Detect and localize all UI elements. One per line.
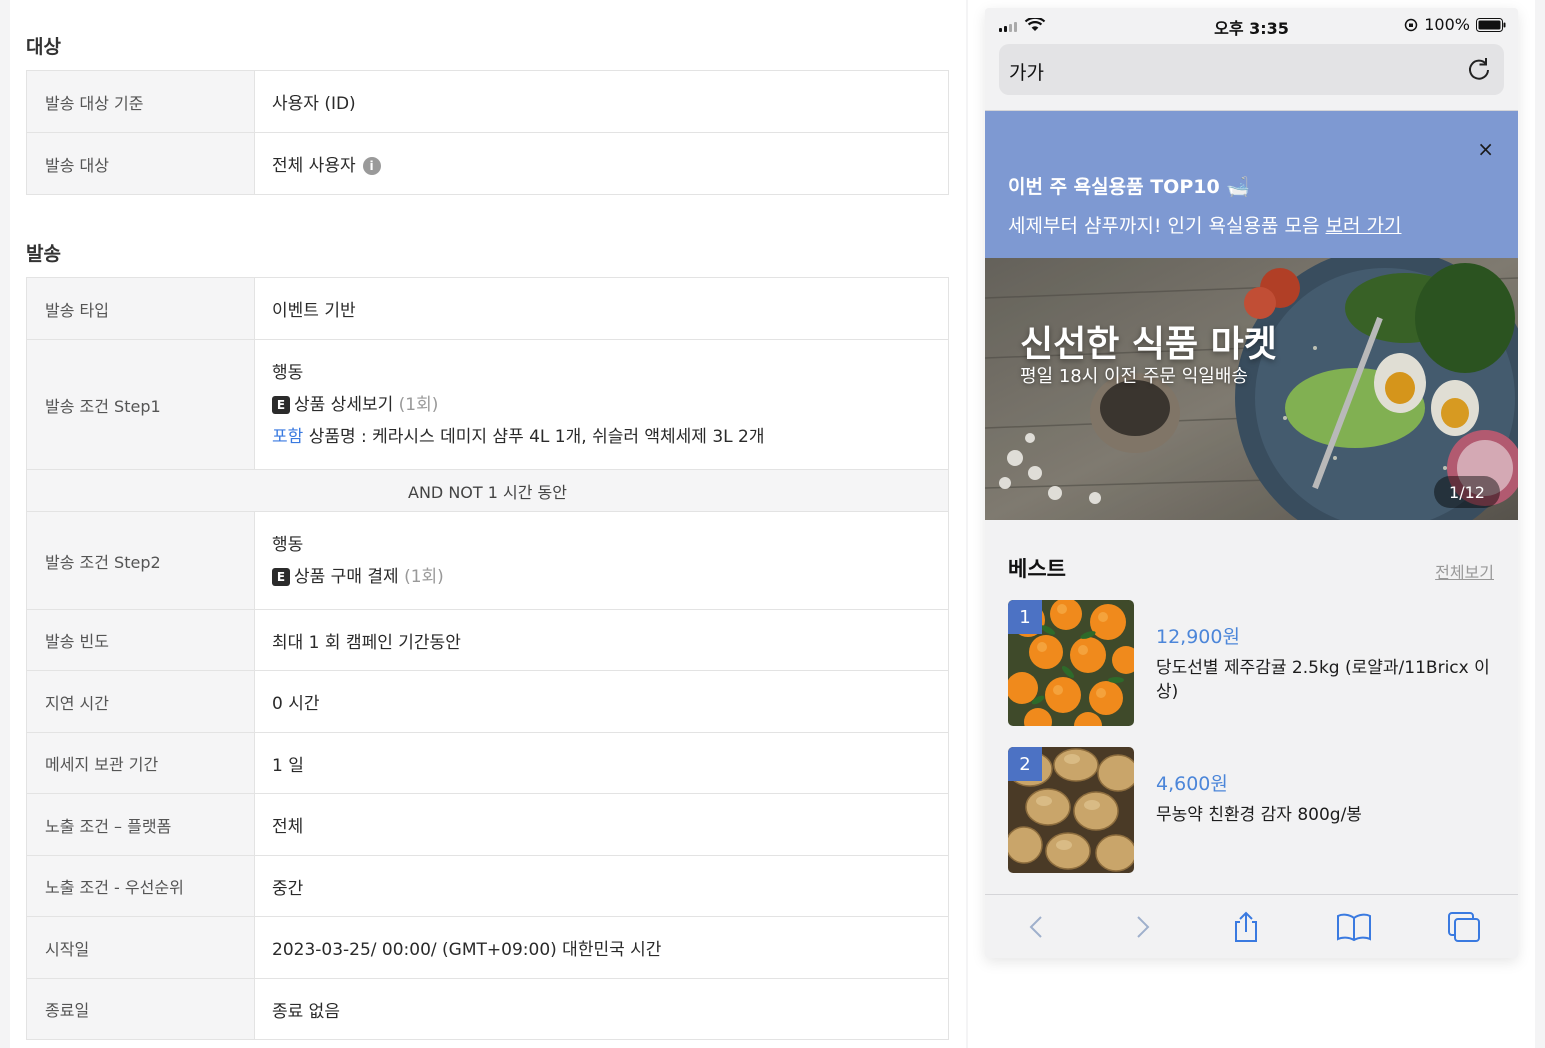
row-value: 종료 없음 (272, 1001, 340, 1022)
step1-heading: 행동 (272, 362, 304, 383)
table-row-step1: 발송 조건 Step1 행동 E 상품 상세보기 (1회) 포함 상품명 : 케라… (27, 340, 948, 470)
info-icon[interactable]: i (362, 157, 381, 175)
row-label: 노출 조건 – 플랫폼 (27, 794, 255, 855)
row-value-with-info: 전체 사용자 i (255, 133, 948, 194)
filter-keyword: 포함 (272, 426, 304, 447)
rank-badge: 2 (1008, 747, 1042, 781)
share-icon[interactable] (1231, 910, 1261, 944)
phone-preview: 오후 3:35 100% 가가 × 이번 주 욕실용품 TOP10 🛁 세제부터… (985, 8, 1518, 958)
address-bar[interactable]: 가가 (999, 44, 1504, 95)
row-value: 전체 (272, 817, 304, 837)
step1-content: 행동 E 상품 상세보기 (1회) 포함 상품명 : 케라시스 데미지 샴푸 4L… (255, 340, 948, 469)
bookmarks-icon[interactable] (1336, 912, 1372, 942)
row-label: 지연 시간 (27, 671, 255, 732)
banner-subtitle: 세제부터 샴푸까지! 인기 욕실용품 모음 보러 가기 (1008, 211, 1401, 238)
rotation-lock-icon (1405, 18, 1418, 31)
banner-link[interactable]: 보러 가기 (1326, 215, 1402, 237)
campaign-detail-panel: 대상 발송 대상 기준 사용자 (ID) 발송 대상 전체 사용자 i 발송 발송… (10, 0, 966, 1048)
row-label: 메세지 보관 기간 (27, 733, 255, 793)
product-image-potatoes[interactable]: 2 (1008, 747, 1134, 873)
table-row: 발송 대상 기준 사용자 (ID) (27, 71, 948, 133)
status-bar: 오후 3:35 100% (985, 8, 1518, 42)
event-badge-icon: E (272, 567, 290, 586)
product-card[interactable]: 1 12,900원 당도선별 제주감귤 2.5kg (로얄과/11Bricx 이… (1008, 600, 1494, 726)
section-title-send: 발송 (26, 243, 61, 265)
row-label: 발송 타입 (27, 278, 255, 339)
hero-banner[interactable]: 신선한 식품 마켓 평일 18시 이전 주문 익일배송 1/12 (985, 258, 1518, 520)
row-value: 중간 (272, 878, 304, 899)
battery-group: 100% (1404, 15, 1506, 34)
banner-subtitle-text: 세제부터 샴푸까지! 인기 욕실용품 모음 (1008, 215, 1320, 237)
product-name[interactable]: 무농약 친환경 감자 800g/봉 (1156, 803, 1494, 827)
tabs-icon[interactable] (1447, 911, 1481, 943)
text-size-button[interactable]: 가가 (1009, 58, 1044, 85)
banner-title: 이번 주 욕실용품 TOP10 🛁 (1008, 176, 1250, 198)
step2-event: E 상품 구매 결제 (1회) (272, 561, 948, 593)
back-icon[interactable] (1022, 912, 1052, 942)
product-card[interactable]: 2 4,600원 무농약 친환경 감자 800g/봉 (1008, 747, 1494, 873)
product-price: 12,900원 (1156, 626, 1240, 648)
target-table: 발송 대상 기준 사용자 (ID) 발송 대상 전체 사용자 i (26, 70, 949, 195)
battery-percent: 100% (1424, 15, 1470, 34)
table-row: 메세지 보관 기간 1 일 (27, 733, 948, 794)
table-row: 노출 조건 - 우선순위 중간 (27, 856, 948, 917)
browser-toolbar (985, 894, 1518, 958)
row-label: 발송 조건 Step1 (27, 340, 255, 469)
row-value: 0 시간 (272, 694, 320, 714)
table-row: 종료일 종료 없음 (27, 979, 948, 1040)
row-value: 사용자 (ID) (272, 94, 356, 114)
row-label: 발송 조건 Step2 (27, 512, 255, 609)
rank-badge: 1 (1008, 600, 1042, 634)
row-value: 최대 1 회 캠페인 기간동안 (272, 632, 461, 653)
row-label: 노출 조건 - 우선순위 (27, 856, 255, 916)
row-label: 발송 대상 (27, 133, 255, 194)
slide-counter: 1/12 (1434, 476, 1500, 508)
step1-filter: 포함 상품명 : 케라시스 데미지 샴푸 4L 1개, 쉬슬러 액체세제 3L … (272, 421, 948, 453)
event-badge-icon: E (272, 395, 290, 414)
table-row: 발송 대상 전체 사용자 i (27, 133, 948, 195)
section-title-target: 대상 (26, 36, 61, 58)
row-label: 종료일 (27, 979, 255, 1039)
forward-icon[interactable] (1127, 912, 1157, 942)
event-name: 상품 구매 결제 (294, 566, 399, 587)
hero-title: 신선한 식품 마켓 (1020, 324, 1277, 365)
in-app-banner[interactable]: × 이번 주 욕실용품 TOP10 🛁 세제부터 샴푸까지! 인기 욕실용품 모… (985, 111, 1518, 258)
row-label: 시작일 (27, 917, 255, 978)
hero-subtitle: 평일 18시 이전 주문 익일배송 (1020, 366, 1248, 387)
close-icon[interactable]: × (1477, 137, 1494, 161)
product-image-tangerines[interactable]: 1 (1008, 600, 1134, 726)
best-section-title: 베스트 (1008, 557, 1066, 581)
row-value: 1 일 (272, 755, 304, 776)
step2-heading: 행동 (272, 534, 304, 555)
product-price: 4,600원 (1156, 773, 1228, 795)
event-count: (1회) (404, 566, 444, 587)
step2-content: 행동 E 상품 구매 결제 (1회) (255, 512, 948, 609)
battery-icon (1476, 17, 1506, 32)
row-label: 발송 대상 기준 (27, 71, 255, 132)
step-connector: AND NOT 1 시간 동안 (27, 470, 948, 512)
table-row: 노출 조건 – 플랫폼 전체 (27, 794, 948, 856)
table-row: 발송 빈도 최대 1 회 캠페인 기간동안 (27, 610, 948, 671)
row-value: 전체 사용자 (272, 156, 356, 176)
reload-icon[interactable] (1466, 56, 1492, 82)
row-value: 이벤트 기반 (272, 301, 356, 321)
row-value: 2023-03-25/ 00:00/ (GMT+09:00) 대한민국 시간 (272, 940, 662, 960)
send-table: 발송 타입 이벤트 기반 발송 조건 Step1 행동 E 상품 상세보기 (1회… (26, 277, 949, 1040)
filter-text: 상품명 : 케라시스 데미지 샴푸 4L 1개, 쉬슬러 액체세제 3L 2개 (308, 426, 765, 447)
step1-event: E 상품 상세보기 (1회) (272, 389, 948, 421)
row-label: 발송 빈도 (27, 610, 255, 670)
event-count: (1회) (398, 394, 439, 415)
preview-panel: 오후 3:35 100% 가가 × 이번 주 욕실용품 TOP10 🛁 세제부터… (968, 0, 1535, 1048)
product-name[interactable]: 당도선별 제주감귤 2.5kg (로얄과/11Bricx 이상) (1156, 656, 1494, 704)
table-row: 시작일 2023-03-25/ 00:00/ (GMT+09:00) 대한민국 … (27, 917, 948, 979)
view-all-link[interactable]: 전체보기 (1435, 559, 1494, 583)
table-row: 지연 시간 0 시간 (27, 671, 948, 733)
table-row: 발송 타입 이벤트 기반 (27, 278, 948, 340)
event-name: 상품 상세보기 (294, 394, 394, 415)
table-row-step2: 발송 조건 Step2 행동 E 상품 구매 결제 (1회) (27, 512, 948, 610)
